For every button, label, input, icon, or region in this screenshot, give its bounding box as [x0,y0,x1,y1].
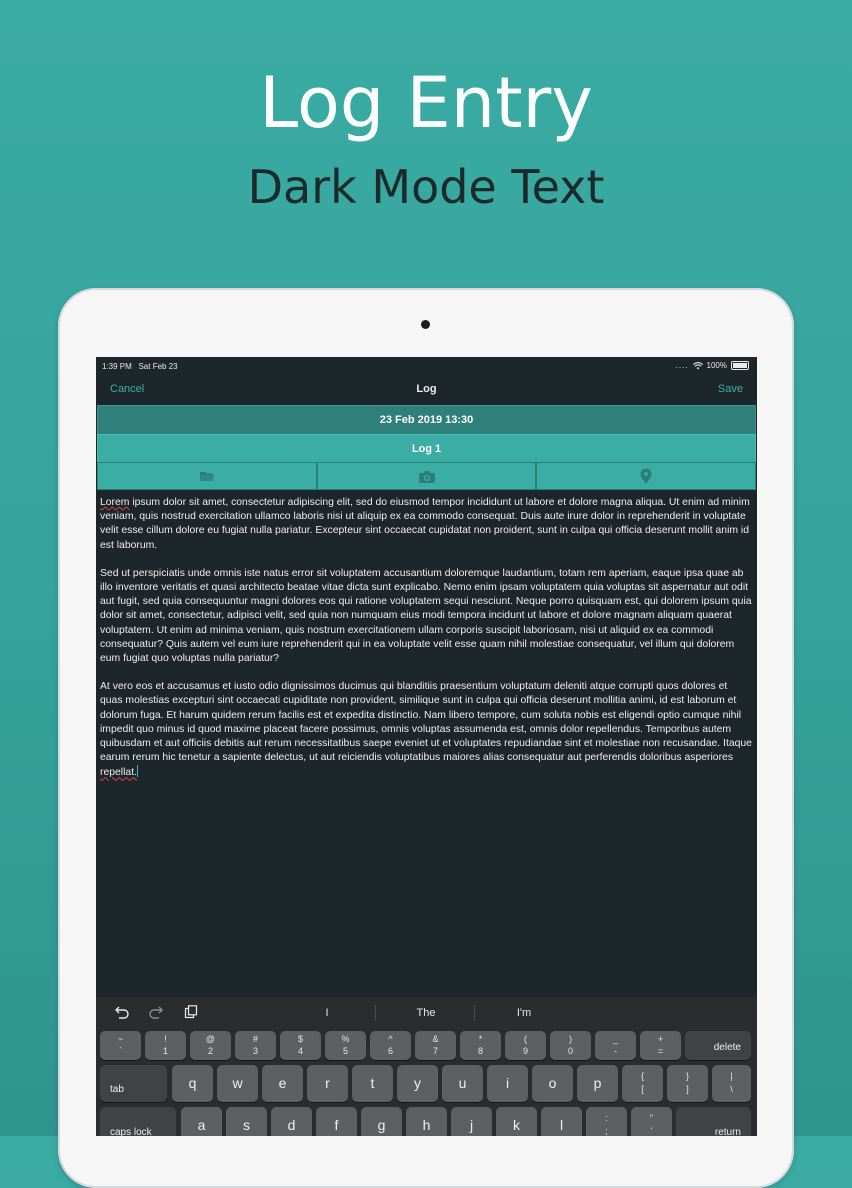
key-9[interactable]: (9 [505,1031,546,1060]
key-i[interactable]: i [487,1065,528,1102]
paragraph: Lorem ipsum dolor sit amet, consectetur … [100,496,752,553]
key-w[interactable]: w [217,1065,258,1102]
key-7[interactable]: & 7 [415,1031,456,1060]
suggestion-bar: I The I'm [96,997,757,1029]
log-selector[interactable]: Log 1 [97,434,756,463]
key-k[interactable]: k [496,1107,537,1136]
key-2[interactable]: @2 [190,1031,231,1060]
promo-subtitle: Dark Mode Text [247,160,605,214]
suggestion-2[interactable]: The [381,1007,471,1019]
nav-title: Log [416,383,437,395]
return-key[interactable]: return [676,1107,751,1136]
navigation-bar: Cancel Log Save [96,375,757,405]
key-8[interactable]: * 8 [460,1031,501,1060]
paste-icon[interactable] [184,1005,198,1019]
key-s[interactable]: s [226,1107,267,1136]
key-quote[interactable]: " ' [631,1107,672,1136]
key-left-brace[interactable]: {[ [622,1065,663,1102]
location-button[interactable] [536,462,757,490]
key-r[interactable]: r [307,1065,348,1102]
undo-icon[interactable] [114,1005,130,1019]
save-button[interactable]: Save [718,383,743,395]
location-pin-icon [640,468,652,484]
battery-icon [731,361,749,370]
camera-icon [418,470,435,483]
misspelled-word: repellat. [100,767,137,779]
log-text-editor[interactable]: Lorem ipsum dolor sit amet, consectetur … [100,496,752,795]
attachment-toolbar [97,462,757,490]
key-e[interactable]: e [262,1065,303,1102]
battery-percent: 100% [706,361,727,370]
front-camera [421,320,430,329]
misspelled-word: Lorem [100,497,130,508]
redo-icon[interactable] [148,1005,164,1019]
paragraph: Sed ut perspiciatis unde omnis iste natu… [100,567,752,665]
key-3[interactable]: #3 [235,1031,276,1060]
suggestion-divider [474,1005,475,1021]
status-clock: 1:39 PM [102,362,132,371]
suggestion-divider [375,1005,376,1021]
key-0[interactable]: ) 0 [550,1031,591,1060]
key-d[interactable]: d [271,1107,312,1136]
suggestion-1[interactable]: I [282,1007,372,1019]
key-q[interactable]: q [172,1065,213,1102]
tab-key[interactable]: tab [100,1065,167,1102]
key-y[interactable]: y [397,1065,438,1102]
key-equals[interactable]: + = [640,1031,681,1060]
paragraph: At vero eos et accusamus et iusto odio d… [100,680,752,780]
app-screen: 1:39 PM Sat Feb 23 .... 100% Cancel Log … [96,357,757,1136]
status-bar: 1:39 PM Sat Feb 23 .... 100% [96,357,757,375]
paragraph-text: At vero eos et accusamus et iusto odio d… [100,681,752,764]
status-date: Sat Feb 23 [138,362,178,371]
paragraph-text: ipsum dolor sit amet, consectetur adipis… [100,497,750,551]
camera-button[interactable] [316,462,537,490]
on-screen-keyboard: ~ ` ! 1 @2 #3 $4 % 5 ^ 6 & 7 * 8 (9 ) 0 _ - + = d… [96,1029,757,1136]
key-t[interactable]: t [352,1065,393,1102]
suggestion-3[interactable]: I'm [479,1007,569,1019]
wifi-icon [692,361,703,369]
status-indicators: .... 100% [676,361,749,370]
key-pipe[interactable]: | \ [712,1065,751,1102]
key-j[interactable]: j [451,1107,492,1136]
text-cursor [136,765,138,778]
key-o[interactable]: o [532,1065,573,1102]
key-a[interactable]: a [181,1107,222,1136]
folder-button[interactable] [97,462,317,490]
key-p[interactable]: p [577,1065,618,1102]
key-6[interactable]: ^ 6 [370,1031,411,1060]
key-f[interactable]: f [316,1107,357,1136]
folder-icon [199,472,215,481]
signal-dots-icon: .... [675,361,689,370]
key-1[interactable]: ! 1 [145,1031,186,1060]
key-4[interactable]: $4 [280,1031,321,1060]
date-time-field[interactable]: 23 Feb 2019 13:30 [97,405,756,435]
key-semicolon[interactable]: :; [586,1107,627,1136]
delete-key[interactable]: delete [685,1031,751,1060]
caps-lock-key[interactable]: caps lock [100,1107,176,1136]
key-h[interactable]: h [406,1107,447,1136]
key-backtick[interactable]: ~ ` [100,1031,141,1060]
key-minus[interactable]: _ - [595,1031,636,1060]
key-g[interactable]: g [361,1107,402,1136]
promo-title: Log Entry [259,62,593,144]
key-right-brace[interactable]: }] [667,1065,708,1102]
status-time: 1:39 PM Sat Feb 23 [102,362,178,371]
key-u[interactable]: u [442,1065,483,1102]
key-5[interactable]: % 5 [325,1031,366,1060]
key-l[interactable]: l [541,1107,582,1136]
